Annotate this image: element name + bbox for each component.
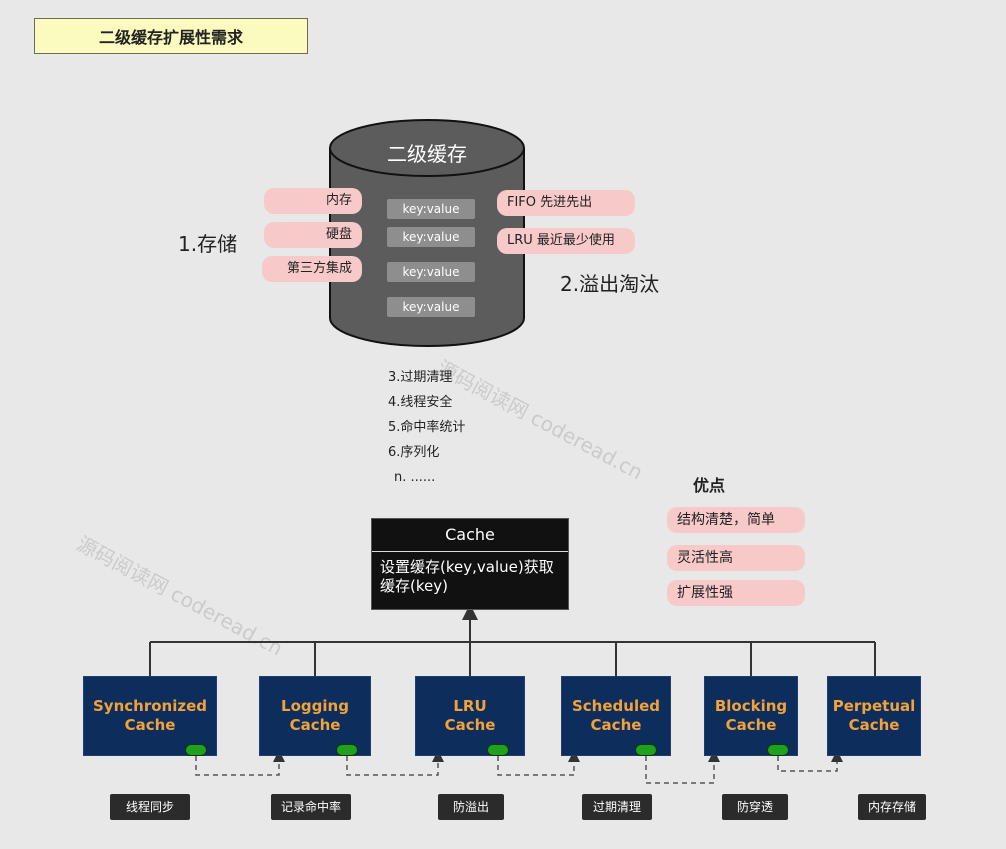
impl-lru-cache: LRU Cache	[415, 676, 525, 756]
storage-item-third-party: 第三方集成	[262, 256, 362, 282]
impl-scheduled-cache: Scheduled Cache	[561, 676, 671, 756]
eviction-label: 2.溢出淘汰	[560, 272, 660, 296]
advantage-item: 灵活性高	[667, 545, 805, 571]
connector-dot	[767, 744, 789, 756]
impl-perpetual-cache: Perpetual Cache	[827, 676, 921, 756]
cylinder-title: 二级缓存	[387, 142, 467, 166]
impl-tag: 过期清理	[582, 794, 652, 820]
storage-label: 1.存储	[178, 232, 238, 256]
impl-tag: 记录命中率	[271, 794, 351, 820]
impl-name: Cache	[289, 716, 341, 734]
cache-interface-name: Cache	[372, 519, 568, 552]
storage-item-disk: 硬盘	[264, 222, 362, 248]
impl-tag: 线程同步	[110, 794, 190, 820]
eviction-item-lru: LRU 最近最少使用	[497, 228, 635, 254]
connector-dot	[185, 744, 207, 756]
storage-item-memory: 内存	[264, 188, 362, 214]
impl-name: LRU	[453, 697, 487, 715]
hierarchy-connector	[149, 604, 876, 676]
decorator-links	[195, 750, 843, 784]
cache-interface-box: Cache 设置缓存(key,value)获取缓存(key)	[371, 518, 569, 610]
advantage-item: 扩展性强	[667, 580, 805, 606]
impl-name: Scheduled	[571, 697, 660, 715]
impl-name: Blocking	[714, 697, 788, 715]
impl-tag: 防穿透	[722, 794, 788, 820]
advantages-title: 优点	[693, 476, 726, 495]
impl-name: Cache	[124, 716, 176, 734]
connector-dot	[487, 744, 509, 756]
impl-tag: 防溢出	[438, 794, 504, 820]
impl-name: Cache	[725, 716, 777, 734]
impl-name: Logging	[281, 697, 349, 715]
impl-name: Cache	[590, 716, 642, 734]
feature-item: 6.序列化	[388, 445, 440, 460]
eviction-item-fifo: FIFO 先进先出	[497, 190, 635, 216]
connector-dot	[635, 744, 657, 756]
kv-entry: key:value	[387, 297, 475, 317]
connector-dot	[336, 744, 358, 756]
kv-entry: key:value	[387, 199, 475, 219]
kv-entry: key:value	[387, 227, 475, 247]
cache-interface-description: 设置缓存(key,value)获取缓存(key)	[380, 558, 554, 595]
feature-item: 4.线程安全	[388, 395, 453, 410]
impl-name: Synchronized	[93, 697, 207, 715]
advantage-item: 结构清楚，简单	[667, 507, 805, 533]
impl-name: Cache	[848, 716, 900, 734]
kv-entry: key:value	[387, 262, 475, 282]
feature-item: n. ......	[394, 470, 436, 485]
feature-item: 3.过期清理	[388, 370, 453, 385]
feature-list: 3.过期清理 4.线程安全 5.命中率统计 6.序列化 n. ......	[388, 365, 465, 490]
impl-tag: 内存存储	[858, 794, 926, 820]
impl-name: Cache	[444, 716, 496, 734]
feature-item: 5.命中率统计	[388, 420, 466, 435]
impl-name: Perpetual	[832, 697, 916, 715]
